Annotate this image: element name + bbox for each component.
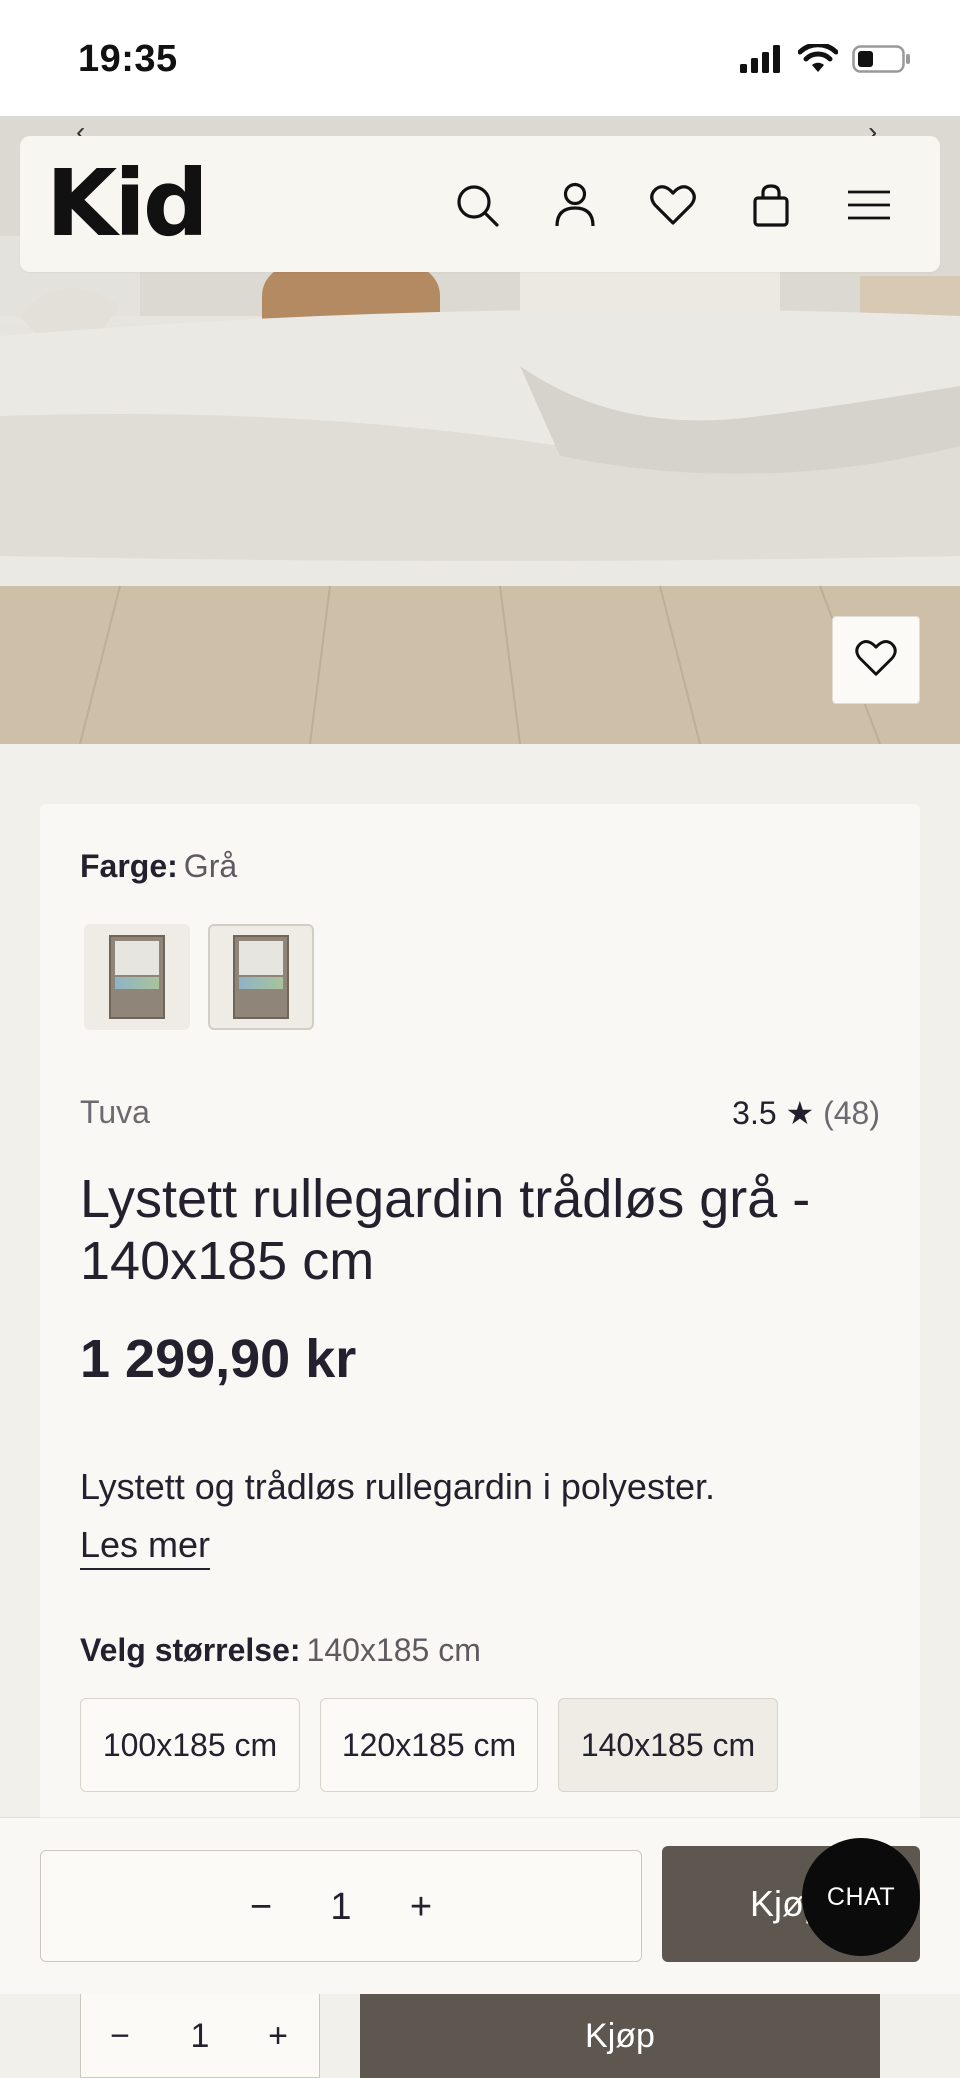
color-swatch-selected[interactable] bbox=[208, 924, 314, 1030]
size-option-120x185[interactable]: 120x185 cm bbox=[320, 1698, 538, 1792]
image-wishlist-button[interactable] bbox=[832, 616, 920, 704]
color-label-key: Farge: bbox=[80, 848, 178, 884]
size-option-100x185[interactable]: 100x185 cm bbox=[80, 1698, 300, 1792]
cart-icon[interactable] bbox=[746, 180, 796, 230]
menu-icon[interactable] bbox=[844, 180, 894, 230]
size-label-key: Velg størrelse: bbox=[80, 1632, 301, 1668]
star-icon: ★ bbox=[785, 1095, 815, 1131]
size-label: Velg størrelse: 140x185 cm bbox=[80, 1632, 481, 1669]
quantity-stepper: − 1 + bbox=[40, 1850, 642, 1962]
search-icon[interactable] bbox=[452, 180, 502, 230]
product-description: Lystett og trådløs rullegardin i polyest… bbox=[80, 1466, 715, 1507]
quantity-decrease-button[interactable]: − bbox=[231, 1851, 291, 1963]
logo[interactable]: Kid bbox=[46, 158, 209, 250]
rating-count: (48) bbox=[823, 1095, 880, 1131]
rating-value: 3.5 bbox=[732, 1095, 777, 1131]
account-icon[interactable] bbox=[550, 180, 600, 230]
rating[interactable]: 3.5 ★ (48) bbox=[732, 1094, 880, 1132]
status-bar: 19:35 bbox=[0, 0, 960, 116]
swatch-thumbnail bbox=[233, 935, 289, 1019]
lower-quantity-value: 1 bbox=[190, 2016, 210, 2055]
brand-name[interactable]: Tuva bbox=[80, 1094, 150, 1131]
product-price: 1 299,90 kr bbox=[80, 1329, 357, 1389]
site-header: Kid bbox=[20, 136, 940, 272]
size-label-value: 140x185 cm bbox=[306, 1632, 481, 1668]
swatch-thumbnail bbox=[109, 935, 165, 1019]
lower-buy-bar: − 1 + Kjøp bbox=[0, 1994, 960, 2078]
color-label: Farge: Grå bbox=[80, 848, 237, 885]
lower-buy-button[interactable]: Kjøp bbox=[360, 1994, 880, 2078]
signal-icon bbox=[740, 45, 784, 78]
color-swatch[interactable] bbox=[84, 924, 190, 1030]
lower-quantity-stepper: − 1 + bbox=[80, 1994, 320, 2078]
color-label-value: Grå bbox=[183, 848, 238, 884]
lower-quantity-increase-button[interactable]: + bbox=[253, 1994, 303, 2078]
read-more-link[interactable]: Les mer bbox=[80, 1524, 211, 1570]
lower-quantity-decrease-button[interactable]: − bbox=[95, 1994, 145, 2078]
wishlist-icon[interactable] bbox=[648, 180, 698, 230]
heart-icon bbox=[855, 639, 897, 682]
battery-icon bbox=[852, 45, 912, 78]
quantity-value: 1 bbox=[330, 1885, 352, 1928]
quantity-increase-button[interactable]: + bbox=[391, 1851, 451, 1963]
status-time: 19:35 bbox=[78, 38, 178, 80]
chat-button[interactable]: CHAT bbox=[802, 1838, 920, 1956]
size-option-140x185[interactable]: 140x185 cm bbox=[558, 1698, 778, 1792]
wifi-icon bbox=[797, 42, 839, 79]
product-title: Lystett rullegardin trådløs grå - 140x18… bbox=[80, 1169, 811, 1291]
status-icons bbox=[740, 42, 912, 79]
